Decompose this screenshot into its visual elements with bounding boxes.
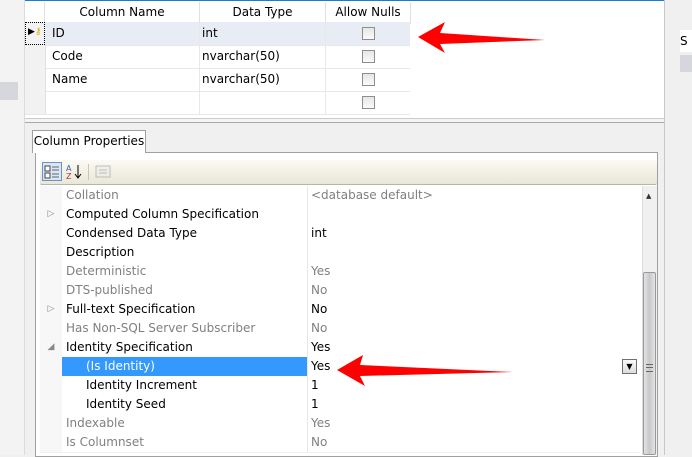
header-allow-nulls[interactable]: Allow Nulls	[326, 2, 411, 24]
table-row[interactable]: Code nvarchar(50)	[25, 45, 410, 69]
allow-nulls-checkbox[interactable]	[362, 73, 375, 86]
property-row[interactable]: ▷ Computed Column Specification	[40, 205, 640, 225]
property-value[interactable]: Yes	[307, 338, 641, 357]
property-name: Identity Specification	[66, 340, 193, 354]
tab-column-properties[interactable]: Column Properties	[32, 130, 146, 153]
property-name: Identity Increment	[86, 378, 197, 392]
column-name-cell[interactable]: Name	[52, 72, 87, 86]
property-value[interactable]: int	[307, 224, 641, 243]
property-name: Condensed Data Type	[66, 226, 198, 240]
column-name-cell[interactable]: ID	[52, 26, 65, 40]
header-column-name[interactable]: Column Name	[45, 2, 200, 24]
property-value[interactable]: 1	[307, 395, 641, 414]
expander-icon[interactable]: ▷	[40, 300, 62, 319]
properties-toolbar: AZ	[40, 160, 657, 185]
property-name: Indexable	[66, 416, 125, 430]
row-header-corner	[25, 2, 45, 24]
right-panel-label: S	[680, 30, 692, 52]
property-row[interactable]: DTS-published No	[40, 281, 640, 301]
table-row[interactable]: Name nvarchar(50)	[25, 68, 410, 92]
expander-icon	[40, 243, 62, 262]
property-value[interactable]	[307, 205, 641, 224]
data-type-value: nvarchar(50)	[202, 72, 280, 86]
property-row[interactable]: ◢ Identity Specification Yes	[40, 338, 640, 358]
expander-icon	[40, 281, 62, 300]
property-value[interactable]	[307, 243, 641, 262]
property-value[interactable]: <database default>	[307, 186, 641, 205]
property-value[interactable]: No	[307, 433, 641, 452]
property-name: (Is Identity)	[86, 359, 155, 373]
property-row[interactable]: (Is Identity) Yes	[40, 357, 640, 377]
property-row[interactable]: Identity Increment 1	[40, 376, 640, 396]
scrollbar-thumb[interactable]	[643, 272, 656, 455]
property-row[interactable]: ▷ Full-text Specification No	[40, 300, 640, 320]
property-row[interactable]: Condensed Data Type int	[40, 224, 640, 244]
primary-key-icon: ▶⚷	[28, 27, 42, 37]
svg-text:Z: Z	[66, 172, 72, 181]
data-type-value: nvarchar(50)	[202, 49, 280, 63]
data-type-value: int	[202, 26, 218, 40]
expander-icon[interactable]: ◢	[40, 338, 62, 357]
allow-nulls-checkbox[interactable]	[362, 50, 375, 63]
expander-icon	[40, 186, 62, 205]
property-pages-icon[interactable]	[93, 162, 113, 181]
expander-icon	[40, 319, 62, 338]
table-row[interactable]: ▶⚷ ID int	[25, 22, 410, 46]
property-row[interactable]: Has Non-SQL Server Subscriber No	[40, 319, 640, 339]
expander-icon	[40, 376, 62, 395]
property-row[interactable]: Indexable Yes	[40, 414, 640, 434]
property-row[interactable]: Description	[40, 243, 640, 263]
property-row[interactable]: Identity Seed 1	[40, 395, 640, 415]
grip-icon	[646, 364, 653, 372]
expander-icon	[40, 224, 62, 243]
toolbar-separator	[88, 164, 89, 180]
data-type-cell[interactable]	[200, 95, 325, 118]
property-value[interactable]: No	[307, 300, 641, 319]
property-name: Identity Seed	[86, 397, 166, 411]
property-value[interactable]: Yes	[307, 414, 641, 433]
row-header[interactable]	[25, 45, 46, 68]
right-panel-item[interactable]	[680, 55, 692, 72]
property-name: Full-text Specification	[66, 302, 196, 316]
column-name-cell[interactable]: Code	[52, 49, 83, 63]
allow-nulls-checkbox[interactable]	[362, 27, 375, 40]
property-name: Collation	[66, 188, 119, 202]
property-value[interactable]: No	[307, 319, 641, 338]
categorized-icon[interactable]	[42, 162, 62, 181]
property-name: Deterministic	[66, 264, 147, 278]
table-row[interactable]	[25, 91, 410, 115]
expander-icon	[40, 433, 62, 452]
expander-icon	[40, 395, 62, 414]
expander-icon	[40, 262, 62, 281]
property-value[interactable]: No	[307, 281, 641, 300]
property-name: Description	[66, 245, 135, 259]
property-name: Is Columnset	[66, 435, 144, 449]
property-value[interactable]: 1	[307, 376, 641, 395]
expander-icon[interactable]: ▷	[40, 205, 62, 224]
property-name: DTS-published	[66, 283, 153, 297]
scroll-up-icon[interactable]: ▲	[646, 192, 651, 200]
alphabetical-sort-icon[interactable]: AZ	[64, 162, 84, 181]
row-header[interactable]: ▶⚷	[25, 22, 45, 45]
property-row[interactable]: Collation <database default>	[40, 186, 640, 206]
allow-nulls-checkbox[interactable]	[362, 96, 375, 109]
property-row[interactable]: Deterministic Yes	[40, 262, 640, 282]
property-value[interactable]: Yes	[307, 357, 641, 376]
expander-icon	[40, 357, 62, 376]
row-header[interactable]	[25, 68, 46, 91]
property-name: Has Non-SQL Server Subscriber	[66, 321, 256, 335]
left-panel	[0, 0, 25, 455]
splitter[interactable]	[25, 118, 673, 123]
row-header[interactable]	[25, 91, 46, 114]
property-row[interactable]: Is Columnset No	[40, 433, 640, 453]
header-data-type[interactable]: Data Type	[200, 2, 326, 24]
dropdown-arrow-icon[interactable]: ▼	[622, 359, 637, 374]
left-panel-item[interactable]	[0, 82, 18, 100]
property-value[interactable]: Yes	[307, 262, 641, 281]
property-name: Computed Column Specification	[66, 207, 259, 221]
expander-icon	[40, 414, 62, 433]
